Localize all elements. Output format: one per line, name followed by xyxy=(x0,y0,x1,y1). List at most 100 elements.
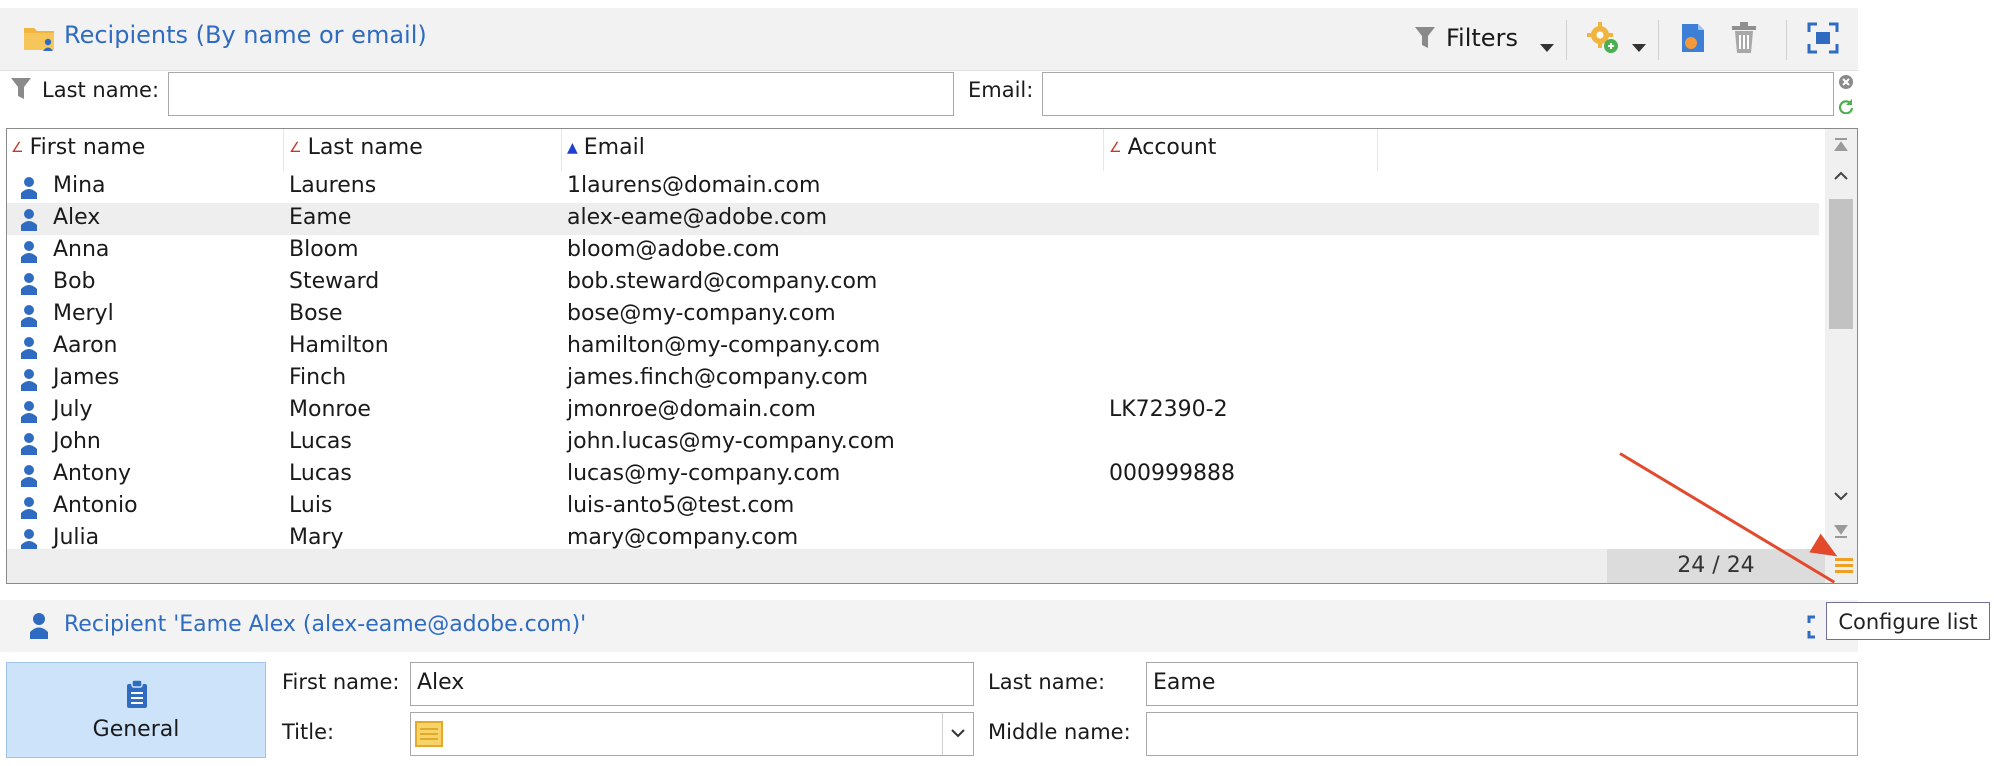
cell-last: Mary xyxy=(289,525,344,550)
column-header-email[interactable]: ▲ Email xyxy=(567,135,645,160)
cell-email: hamilton@my-company.com xyxy=(567,333,881,358)
scroll-up-icon[interactable] xyxy=(1833,169,1849,183)
refresh-icon[interactable] xyxy=(1838,98,1854,114)
sort-ascending-icon: ▲ xyxy=(567,140,578,156)
table-row[interactable]: Alex Eame alex-eame@adobe.com xyxy=(7,203,1819,235)
table-row[interactable]: John Lucas john.lucas@my-company.com xyxy=(7,427,1819,459)
table-row[interactable]: Mina Laurens 1laurens@domain.com xyxy=(7,171,1819,203)
filters-label: Filters xyxy=(1446,24,1518,52)
person-icon xyxy=(21,465,37,487)
column-divider[interactable] xyxy=(1103,129,1104,171)
delete-button[interactable] xyxy=(1730,18,1758,58)
detail-title: Recipient 'Eame Alex (alex-eame@adobe.co… xyxy=(64,612,587,637)
record-count: 24 / 24 xyxy=(1607,549,1825,583)
new-recipient-button[interactable] xyxy=(1678,18,1708,58)
cell-last: Lucas xyxy=(289,461,352,486)
person-icon xyxy=(21,273,37,295)
maximize-icon xyxy=(1807,22,1839,54)
cell-email: bose@my-company.com xyxy=(567,301,836,326)
cell-email: luis-anto5@test.com xyxy=(567,493,795,518)
column-divider[interactable] xyxy=(283,129,284,171)
person-icon xyxy=(21,305,37,327)
column-divider[interactable] xyxy=(561,129,562,171)
clipboard-icon xyxy=(127,679,147,708)
chevron-down-icon xyxy=(1540,44,1554,52)
cell-last: Finch xyxy=(289,365,347,390)
last-name-field[interactable]: Eame xyxy=(1146,662,1858,706)
table-row[interactable]: Antonio Luis luis-anto5@test.com xyxy=(7,491,1819,523)
first-name-field[interactable]: Alex xyxy=(410,662,974,706)
cell-first: Bob xyxy=(53,269,96,294)
cell-first: Antony xyxy=(53,461,132,486)
list-icon xyxy=(415,721,443,747)
title-label: Title: xyxy=(282,720,335,744)
cell-first: Julia xyxy=(53,525,100,550)
chevron-down-icon xyxy=(1632,44,1646,52)
cell-first: John xyxy=(53,429,101,454)
scrollbar-thumb[interactable] xyxy=(1829,199,1853,329)
cell-last: Hamilton xyxy=(289,333,389,358)
table-row[interactable]: Anna Bloom bloom@adobe.com xyxy=(7,235,1819,267)
person-icon xyxy=(21,401,37,423)
sort-none-icon: ∠ xyxy=(1109,140,1122,156)
actions-dropdown[interactable] xyxy=(1632,20,1646,60)
new-document-icon xyxy=(1682,24,1704,52)
column-header-first-name[interactable]: ∠ First name xyxy=(11,135,145,160)
trash-icon xyxy=(1732,22,1756,53)
column-header-last-name[interactable]: ∠ Last name xyxy=(289,135,423,160)
cell-email: jmonroe@domain.com xyxy=(567,397,816,422)
cell-last: Eame xyxy=(289,205,352,230)
cell-first: Alex xyxy=(53,205,101,230)
table-row[interactable]: Meryl Bose bose@my-company.com xyxy=(7,299,1819,331)
middle-name-label: Middle name: xyxy=(988,720,1131,744)
column-header-account[interactable]: ∠ Account xyxy=(1109,135,1216,160)
email-filter-input[interactable] xyxy=(1042,72,1834,116)
filter-icon xyxy=(11,78,31,99)
gear-add-icon xyxy=(1587,22,1618,53)
table-row[interactable]: July Monroe jmonroe@domain.com LK72390-2 xyxy=(7,395,1819,427)
last-name-label: Last name: xyxy=(988,670,1106,694)
cell-first: July xyxy=(53,397,93,422)
list-title: Recipients (By name or email) xyxy=(64,21,427,49)
scroll-down-icon[interactable] xyxy=(1833,489,1849,503)
person-icon xyxy=(21,241,37,263)
person-icon xyxy=(30,613,48,639)
middle-name-field[interactable] xyxy=(1146,712,1858,756)
cell-last: Laurens xyxy=(289,173,377,198)
cell-first: James xyxy=(53,365,120,390)
toolbar-divider xyxy=(1658,20,1659,60)
filters-button[interactable]: Filters xyxy=(1414,18,1518,58)
column-divider[interactable] xyxy=(1377,129,1378,171)
table-row[interactable]: Antony Lucas lucas@my-company.com 000999888 xyxy=(7,459,1819,491)
vertical-scrollbar[interactable] xyxy=(1825,129,1857,549)
title-dropdown-button[interactable] xyxy=(942,713,973,755)
toolbar-divider xyxy=(1786,20,1787,60)
list-footer: 24 / 24 xyxy=(7,549,1857,583)
cell-last: Bose xyxy=(289,301,343,326)
cell-last: Steward xyxy=(289,269,380,294)
table-row[interactable]: Bob Steward bob.steward@company.com xyxy=(7,267,1819,299)
tab-general[interactable]: General xyxy=(6,662,266,758)
title-select[interactable] xyxy=(410,712,974,756)
cell-email: bloom@adobe.com xyxy=(567,237,780,262)
scroll-top-icon[interactable] xyxy=(1833,137,1849,153)
cell-first: Antonio xyxy=(53,493,138,518)
person-icon xyxy=(21,209,37,231)
cell-first: Meryl xyxy=(53,301,114,326)
toolbar-divider xyxy=(1566,20,1567,60)
configure-list-icon[interactable] xyxy=(1833,555,1855,577)
maximize-button[interactable] xyxy=(1806,18,1840,58)
cell-last: Luis xyxy=(289,493,333,518)
cell-email: mary@company.com xyxy=(567,525,799,550)
cell-first: Aaron xyxy=(53,333,118,358)
filters-dropdown[interactable] xyxy=(1540,20,1554,60)
actions-button[interactable] xyxy=(1586,18,1620,58)
table-row[interactable]: James Finch james.finch@company.com xyxy=(7,363,1819,395)
cell-last: Lucas xyxy=(289,429,352,454)
scroll-bottom-icon[interactable] xyxy=(1833,523,1849,539)
clear-filter-icon[interactable] xyxy=(1838,74,1854,90)
filter-icon xyxy=(1415,27,1435,48)
person-icon xyxy=(21,337,37,359)
last-name-filter-input[interactable] xyxy=(168,72,954,116)
table-row[interactable]: Aaron Hamilton hamilton@my-company.com xyxy=(7,331,1819,363)
